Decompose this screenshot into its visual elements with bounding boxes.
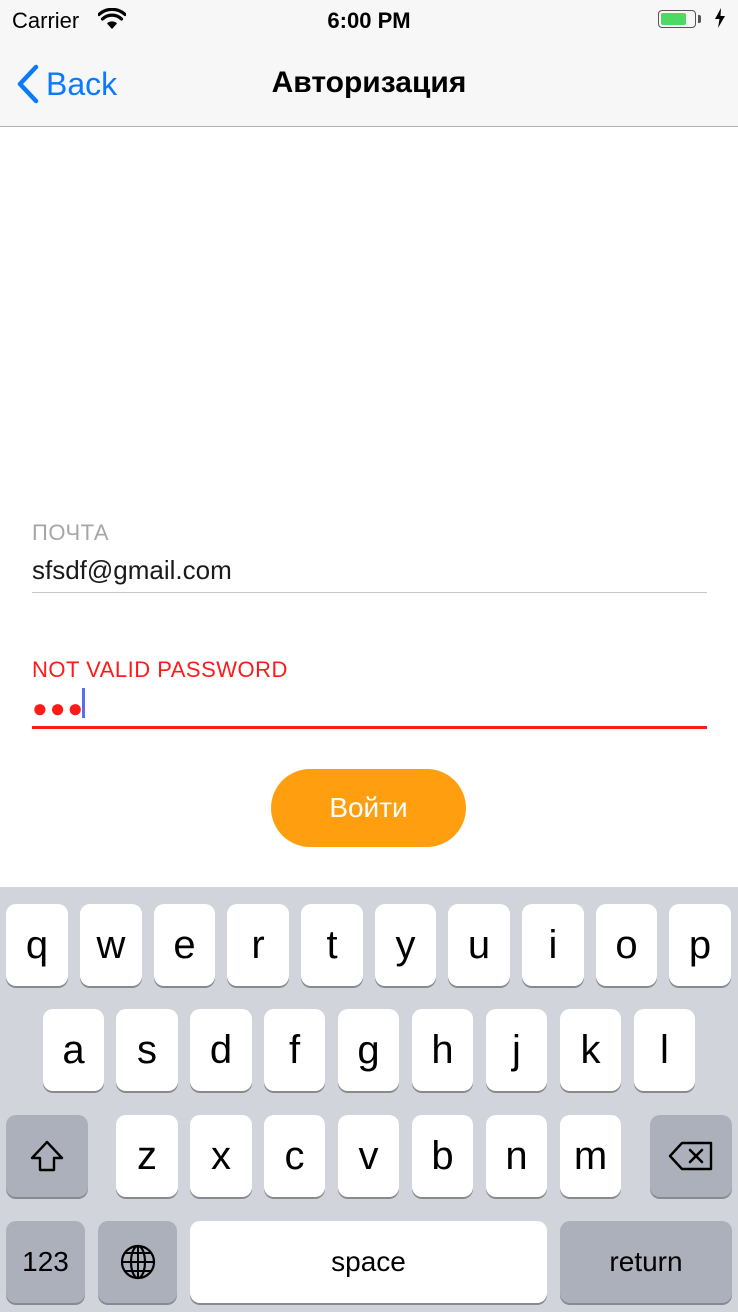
delete-key[interactable]	[650, 1115, 732, 1197]
key-e[interactable]: e	[154, 904, 215, 986]
key-a[interactable]: a	[43, 1009, 104, 1091]
key-r[interactable]: r	[227, 904, 289, 986]
key-c[interactable]: c	[264, 1115, 325, 1197]
key-y[interactable]: y	[375, 904, 436, 986]
email-label: ПОЧТА	[32, 520, 109, 545]
return-key[interactable]: return	[560, 1221, 732, 1303]
backspace-icon	[668, 1141, 713, 1171]
password-field[interactable]: ●●●	[32, 693, 85, 723]
key-h[interactable]: h	[412, 1009, 473, 1091]
status-bar: Carrier 6:00 PM	[0, 0, 738, 40]
key-n[interactable]: n	[486, 1115, 547, 1197]
password-error-label: NOT VALID PASSWORD	[32, 657, 288, 682]
battery-icon	[658, 10, 696, 28]
shift-key[interactable]	[6, 1115, 88, 1197]
key-t[interactable]: t	[301, 904, 363, 986]
key-j[interactable]: j	[486, 1009, 547, 1091]
key-d[interactable]: d	[190, 1009, 252, 1091]
key-v[interactable]: v	[338, 1115, 399, 1197]
key-b[interactable]: b	[412, 1115, 473, 1197]
numbers-key[interactable]: 123	[6, 1221, 85, 1303]
space-key[interactable]: space	[190, 1221, 547, 1303]
key-m[interactable]: m	[560, 1115, 621, 1197]
key-z[interactable]: z	[116, 1115, 178, 1197]
globe-key[interactable]	[98, 1221, 177, 1303]
key-x[interactable]: x	[190, 1115, 252, 1197]
email-field[interactable]: sfsdf@gmail.com	[32, 555, 232, 586]
key-f[interactable]: f	[264, 1009, 325, 1091]
key-p[interactable]: p	[669, 904, 731, 986]
key-l[interactable]: l	[634, 1009, 695, 1091]
text-cursor	[82, 688, 85, 718]
key-o[interactable]: o	[596, 904, 657, 986]
key-q[interactable]: q	[6, 904, 68, 986]
shift-icon	[30, 1140, 64, 1172]
key-k[interactable]: k	[560, 1009, 621, 1091]
key-w[interactable]: w	[80, 904, 142, 986]
key-u[interactable]: u	[448, 904, 510, 986]
email-underline	[32, 592, 707, 593]
login-button[interactable]: Войти	[271, 769, 466, 847]
status-time: 6:00 PM	[327, 8, 411, 33]
key-i[interactable]: i	[522, 904, 584, 986]
key-s[interactable]: s	[116, 1009, 178, 1091]
battery-level	[661, 13, 686, 25]
globe-icon	[120, 1244, 155, 1280]
key-g[interactable]: g	[338, 1009, 399, 1091]
battery-nub	[698, 15, 701, 23]
password-underline	[32, 726, 707, 729]
keyboard: q w e r t y u i o p a s d f g h j k l z …	[0, 887, 738, 1312]
navigation-bar: Back Авторизация	[0, 40, 738, 127]
charging-icon	[714, 7, 726, 34]
page-title: Авторизация	[271, 66, 467, 99]
